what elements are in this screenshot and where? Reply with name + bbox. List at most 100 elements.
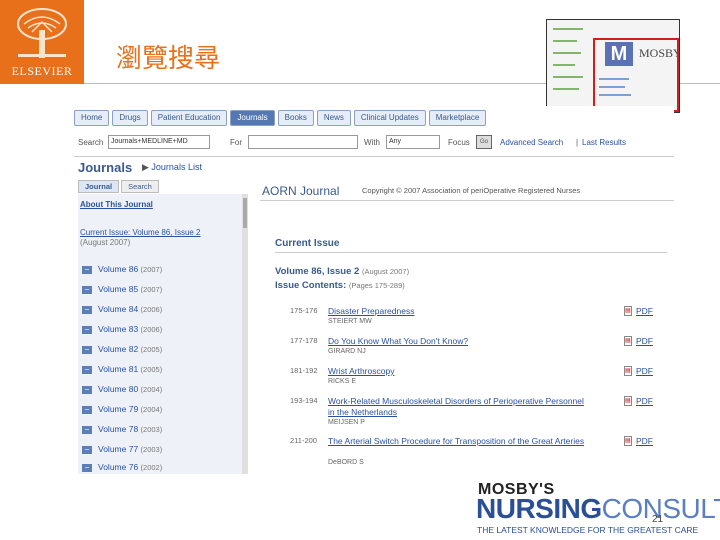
volume-heading: Volume 86, Issue 2 (August 2007) — [275, 266, 409, 277]
article-author: GIRARD NJ — [328, 348, 366, 355]
volume-year: (2006) — [140, 325, 163, 334]
volume-year: (2007) — [140, 285, 163, 294]
current-issue-heading: Current Issue — [275, 238, 340, 249]
heading-divider — [275, 252, 667, 253]
current-issue-date: (August 2007) — [80, 238, 131, 247]
collapse-icon[interactable]: − — [82, 265, 92, 274]
volume-label: Volume 79 — [98, 404, 139, 414]
collapse-icon[interactable]: − — [82, 285, 92, 294]
panel-divider — [260, 200, 674, 201]
collapse-icon[interactable]: − — [82, 365, 92, 374]
tab-journal[interactable]: Journal — [78, 180, 120, 193]
focus-label: Focus — [448, 138, 470, 147]
elsevier-logo: ELSEVIER — [0, 0, 84, 84]
journals-list-link[interactable]: ▶ Journals List — [142, 162, 202, 173]
pdf-icon[interactable]: ▤ — [624, 306, 632, 316]
collapse-icon[interactable]: − — [82, 445, 92, 454]
volume-item[interactable]: − Volume 83 (2006) — [82, 324, 162, 336]
volume-item[interactable]: − Volume 79 (2004) — [82, 404, 162, 416]
tab-clinical-updates[interactable]: Clinical Updates — [353, 110, 426, 126]
volume-item[interactable]: − Volume 76 (2002) — [82, 462, 162, 474]
scrollbar-thumb[interactable] — [243, 198, 247, 228]
volume-label: Volume 84 — [98, 304, 139, 314]
sidebar-tabs: Journal Search — [78, 180, 159, 193]
with-select[interactable]: Any — [386, 135, 440, 149]
volume-item[interactable]: − Volume 81 (2005) — [82, 364, 162, 376]
tab-search[interactable]: Search — [121, 180, 159, 193]
tab-drugs[interactable]: Drugs — [112, 110, 148, 126]
volume-item[interactable]: − Volume 80 (2004) — [82, 384, 162, 396]
volume-label: Volume 82 — [98, 344, 139, 354]
advanced-search-link[interactable]: Advanced Search — [500, 138, 563, 147]
page-title: Journals — [78, 160, 133, 175]
collapse-icon[interactable]: − — [82, 325, 92, 334]
thumb-line — [553, 88, 579, 90]
about-journal-link[interactable]: About This Journal — [80, 200, 153, 209]
thumb-line — [553, 64, 575, 66]
issue-contents-label: Issue Contents: — [275, 280, 347, 291]
collapse-icon[interactable]: − — [82, 405, 92, 414]
slide-title: 瀏覽搜尋 — [116, 44, 221, 74]
tab-news[interactable]: News — [316, 110, 351, 126]
tab-journals[interactable]: Journals — [230, 110, 275, 126]
with-label: With — [364, 138, 380, 147]
journal-sidebar: Journal Search About This Journal Curren… — [78, 180, 248, 476]
article-title-link[interactable]: Disaster Preparedness — [328, 306, 588, 317]
tab-home[interactable]: Home — [74, 110, 110, 126]
volume-label: Volume 83 — [98, 324, 139, 334]
article-author: MEIJSEN P — [328, 419, 365, 426]
collapse-icon[interactable]: − — [82, 345, 92, 354]
search-label: Search — [78, 138, 104, 147]
article-author: STEIERT MW — [328, 318, 372, 325]
issue-contents: Issue Contents: (Pages 175-289) — [275, 280, 405, 291]
volume-item[interactable]: − Volume 78 (2003) — [82, 424, 162, 436]
search-scope-select[interactable]: Journals+MEDLINE+MD — [108, 135, 210, 149]
volume-item[interactable]: − Volume 86 (2007) — [82, 264, 162, 276]
pdf-link[interactable]: PDF — [636, 306, 653, 316]
nursing-consult-logo: NURSINGCONSULT — [476, 493, 720, 525]
main-tabs: Home Drugs Patient Education Journals Bo… — [74, 110, 487, 128]
volume-item[interactable]: − Volume 77 (2003) — [82, 444, 162, 456]
pdf-link[interactable]: PDF — [636, 366, 653, 376]
tab-patient-education[interactable]: Patient Education — [150, 110, 228, 126]
with-value: Any — [389, 138, 402, 145]
tab-marketplace[interactable]: Marketplace — [428, 110, 487, 126]
pdf-icon[interactable]: ▤ — [624, 436, 632, 446]
pdf-link[interactable]: PDF — [636, 396, 653, 406]
pdf-icon[interactable]: ▤ — [624, 366, 632, 376]
go-button[interactable]: Go — [476, 135, 492, 149]
collapse-icon[interactable]: − — [82, 425, 92, 434]
pdf-link[interactable]: PDF — [636, 436, 653, 446]
volume-year: (2004) — [140, 385, 163, 394]
search-input[interactable] — [248, 135, 358, 149]
volume-label: Volume 85 — [98, 284, 139, 294]
article-title-link[interactable]: The Arterial Switch Procedure for Transp… — [328, 436, 588, 447]
volume-heading-date: (August 2007) — [361, 267, 410, 276]
thumb-line — [553, 52, 581, 54]
tree-icon — [17, 8, 67, 58]
volume-item[interactable]: − Volume 85 (2007) — [82, 284, 162, 296]
collapse-icon[interactable]: − — [82, 305, 92, 314]
screenshot-thumbnail: M MOSBY — [546, 19, 680, 113]
article-author: RICKS E — [328, 378, 357, 385]
collapse-icon[interactable]: − — [82, 385, 92, 394]
pdf-link[interactable]: PDF — [636, 336, 653, 346]
volume-item[interactable]: − Volume 82 (2005) — [82, 344, 162, 356]
article-title-link[interactable]: Wrist Arthroscopy — [328, 366, 588, 377]
current-issue-link[interactable]: Current Issue: Volume 86, Issue 2 — [80, 228, 201, 237]
last-results-link[interactable]: Last Results — [582, 138, 626, 147]
article-title-link[interactable]: Work-Related Musculoskeletal Disorders o… — [328, 396, 588, 418]
volume-label: Volume 76 — [98, 462, 139, 472]
volume-year: (2005) — [140, 345, 163, 354]
pdf-icon[interactable]: ▤ — [624, 396, 632, 406]
tab-books[interactable]: Books — [277, 110, 314, 126]
volume-year: (2003) — [140, 425, 163, 434]
sidebar-scrollbar[interactable] — [242, 194, 248, 474]
volume-item[interactable]: − Volume 84 (2006) — [82, 304, 162, 316]
toolbar-divider — [74, 156, 674, 157]
pdf-icon[interactable]: ▤ — [624, 336, 632, 346]
article-title-link[interactable]: Do You Know What You Don't Know? — [328, 336, 588, 347]
collapse-icon[interactable]: − — [82, 463, 92, 472]
article-pages: 193-194 — [290, 396, 318, 405]
elsevier-wordmark: ELSEVIER — [11, 64, 73, 78]
